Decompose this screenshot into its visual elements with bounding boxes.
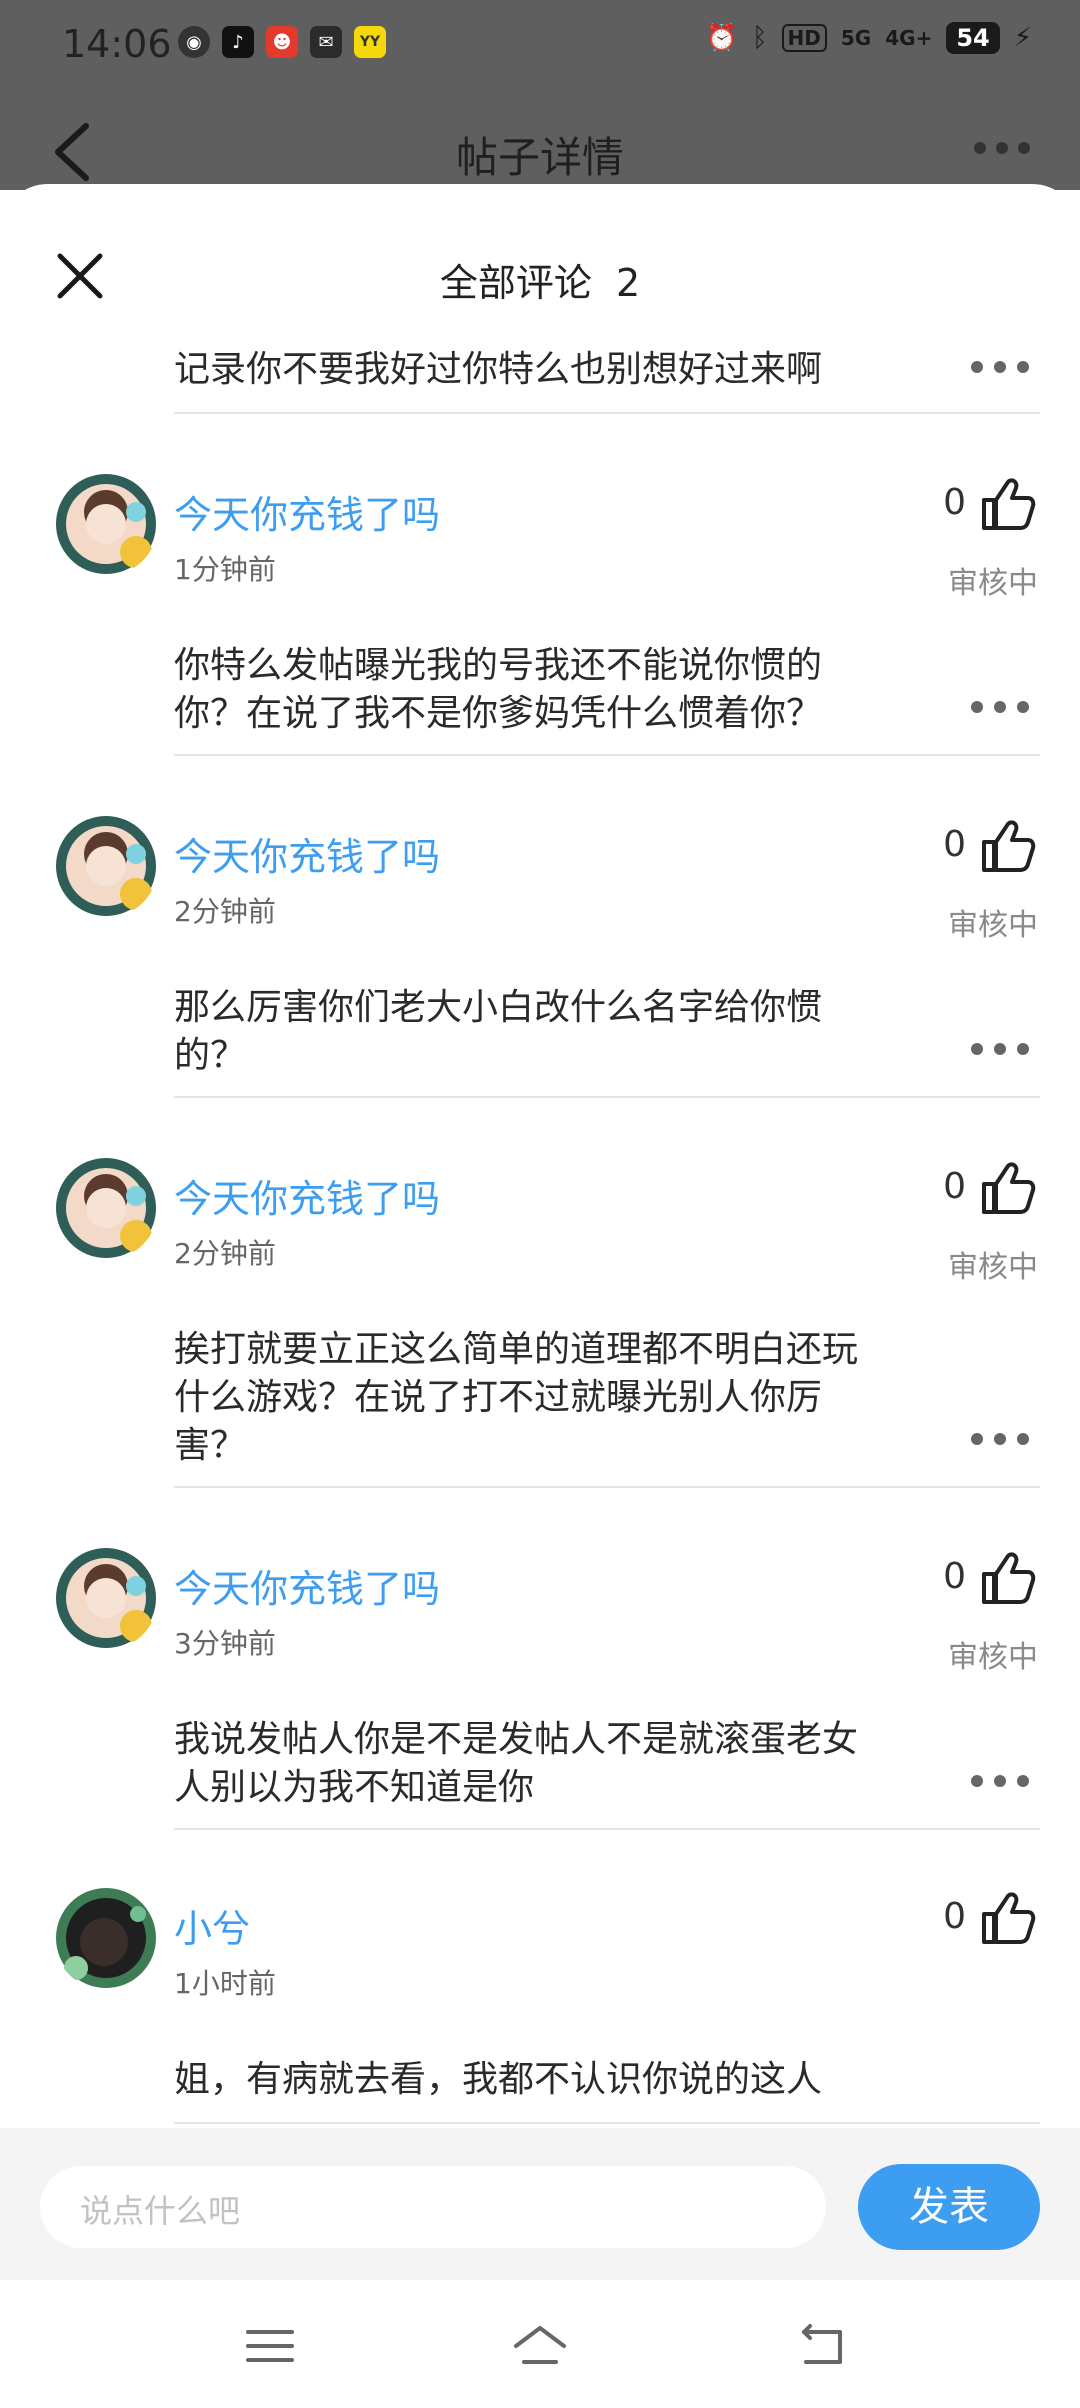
comment-list[interactable]: 记录你不要我好过你特么也别想好过来啊 今天你充钱了吗 1分钟前 0 审核中 你特… <box>0 330 1080 2130</box>
comment-line: 挨打就要立正这么简单的道理都不明白还玩 <box>174 1329 859 1370</box>
red-app-icon: ☻ <box>266 26 298 58</box>
comment-line: 那么厉害你们老大小白改什么名字给你惯 <box>174 987 823 1028</box>
globe-icon: ◉ <box>178 26 210 58</box>
user-avatar[interactable] <box>54 1156 158 1260</box>
username[interactable]: 今天你充钱了吗 <box>174 1168 440 1223</box>
bluetooth-icon: ᛒ <box>751 23 768 53</box>
comment-line: 姐，有病就去看，我都不认识你说的这人 <box>174 2059 823 2100</box>
comment-text: 挨打就要立正这么简单的道理都不明白还玩 什么游戏？在说了打不过就曝光别人你厉 害… <box>174 1326 944 1470</box>
comment-text: 你特么发帖曝光我的号我还不能说你惯的 你？在说了我不是你爹妈凭什么惯着你？ <box>174 642 944 738</box>
charging-icon: ⚡ <box>1013 23 1032 53</box>
comment-text: 姐，有病就去看，我都不认识你说的这人 <box>174 2056 944 2104</box>
divider <box>174 1096 1040 1098</box>
username[interactable]: 今天你充钱了吗 <box>174 484 440 539</box>
yy-app-icon: YY <box>354 26 386 58</box>
comment-more-icon[interactable] <box>970 360 1030 374</box>
comment-time: 1小时前 <box>174 1967 276 2000</box>
more-options-icon[interactable] <box>972 138 1032 158</box>
like-count: 0 <box>943 824 966 865</box>
like-count: 0 <box>943 482 966 523</box>
comment-time: 2分钟前 <box>174 1237 276 1270</box>
like-count: 0 <box>943 1556 966 1597</box>
user-avatar[interactable] <box>54 472 158 576</box>
thumbs-up-icon[interactable] <box>978 1888 1038 1948</box>
tiktok-icon: ♪ <box>222 26 254 58</box>
review-status: 审核中 <box>948 1640 1038 1675</box>
username[interactable]: 今天你充钱了吗 <box>174 826 440 881</box>
user-avatar[interactable] <box>54 1546 158 1650</box>
comment-line: 害？ <box>174 1425 247 1466</box>
comment-line: 你特么发帖曝光我的号我还不能说你惯的 <box>174 645 823 686</box>
comment-line: 我说发帖人你是不是发帖人不是就滚蛋老女 <box>174 1719 859 1760</box>
signal-4g: 4G+ <box>885 26 933 50</box>
divider <box>174 412 1040 414</box>
hd-icon: HD <box>781 24 827 52</box>
comment-line: 人别以为我不知道是你 <box>174 1767 535 1808</box>
comment-line: 的？ <box>174 1035 247 1076</box>
comment-text: 那么厉害你们老大小白改什么名字给你惯 的？ <box>174 984 944 1080</box>
comment-input-placeholder: 说点什么吧 <box>80 2192 241 2230</box>
comment-more-icon[interactable] <box>970 700 1030 714</box>
like-count: 0 <box>943 1896 966 1937</box>
page-title: 帖子详情 <box>455 133 624 182</box>
comment-line: 什么游戏？在说了打不过就曝光别人你厉 <box>174 1377 823 1418</box>
divider <box>174 1828 1040 1830</box>
alarm-icon: ⏰ <box>705 23 738 53</box>
like-count: 0 <box>943 1166 966 1207</box>
send-button[interactable]: 发表 <box>858 2164 1040 2250</box>
comment-time: 2分钟前 <box>174 895 276 928</box>
comment-time: 3分钟前 <box>174 1627 276 1660</box>
status-bar: 14:06 ◉ ♪ ☻ ✉ YY ⏰ ᛒ HD 5G 4G+ 54 ⚡ <box>0 0 1080 86</box>
comment-more-icon[interactable] <box>970 1042 1030 1056</box>
review-status: 审核中 <box>948 566 1038 601</box>
comments-title: 全部评论 2 <box>439 261 641 305</box>
comment-more-icon[interactable] <box>970 1774 1030 1788</box>
signal-5g: 5G <box>840 26 872 50</box>
divider <box>174 1486 1040 1488</box>
back-nav-icon[interactable] <box>796 2322 852 2370</box>
comment-time: 1分钟前 <box>174 553 276 586</box>
comment-line: 你？在说了我不是你爹妈凭什么惯着你？ <box>174 693 823 734</box>
user-avatar[interactable] <box>54 814 158 918</box>
thumbs-up-icon[interactable] <box>978 474 1038 534</box>
user-avatar[interactable] <box>54 1886 158 1990</box>
home-icon[interactable] <box>512 2322 568 2370</box>
menu-icon[interactable] <box>242 2322 298 2370</box>
comment-input[interactable]: 说点什么吧 <box>40 2166 826 2248</box>
comment-text: 记录你不要我好过你特么也别想好过来啊 <box>174 349 823 390</box>
status-right-icons: ⏰ ᛒ HD 5G 4G+ 54 ⚡ <box>706 22 1032 54</box>
battery-indicator: 54 <box>946 22 1000 54</box>
comment-text: 我说发帖人你是不是发帖人不是就滚蛋老女 人别以为我不知道是你 <box>174 1716 944 1812</box>
username[interactable]: 小兮 <box>174 1898 250 1953</box>
username[interactable]: 今天你充钱了吗 <box>174 1558 440 1613</box>
comment-more-icon[interactable] <box>970 1432 1030 1446</box>
thumbs-up-icon[interactable] <box>978 816 1038 876</box>
thumbs-up-icon[interactable] <box>978 1158 1038 1218</box>
thumbs-up-icon[interactable] <box>978 1548 1038 1608</box>
divider <box>174 2122 1040 2124</box>
review-status: 审核中 <box>948 1250 1038 1285</box>
divider <box>174 754 1040 756</box>
status-time: 14:06 <box>62 22 172 66</box>
review-status: 审核中 <box>948 908 1038 943</box>
mail-icon: ✉ <box>310 26 342 58</box>
notification-icons: ◉ ♪ ☻ ✉ YY <box>178 26 386 58</box>
